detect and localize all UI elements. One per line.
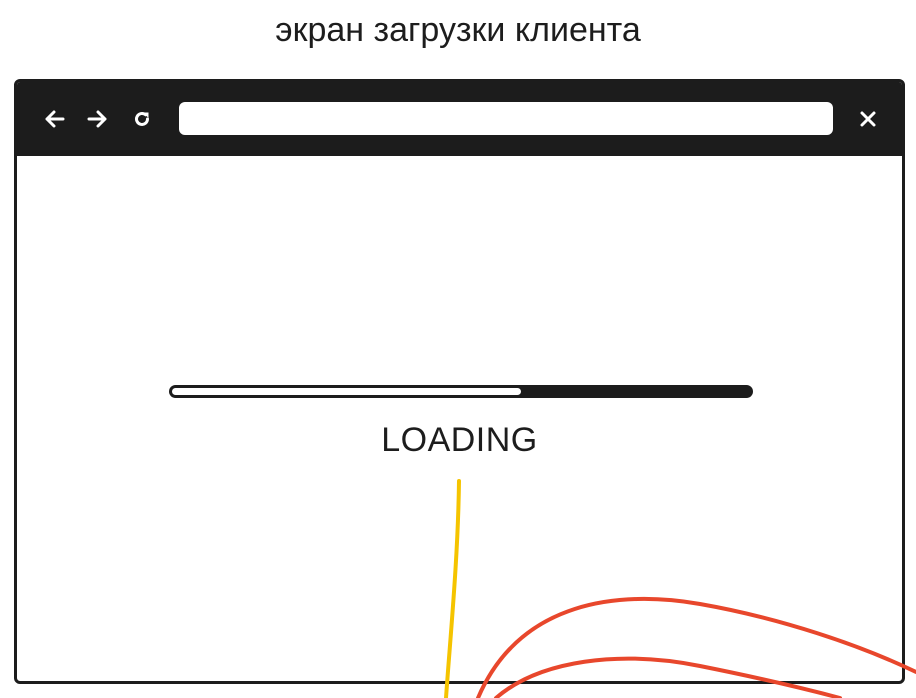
diagram: экран загрузки клиента LOADING [0, 0, 916, 698]
arrow-right-icon [87, 110, 107, 128]
close-button[interactable] [853, 104, 883, 134]
back-button[interactable] [39, 104, 69, 134]
browser-toolbar [17, 82, 902, 156]
arrow-left-icon [45, 110, 65, 128]
browser-window: LOADING [14, 79, 905, 684]
loading-label: LOADING [381, 421, 538, 459]
forward-button[interactable] [83, 104, 113, 134]
reload-icon [135, 111, 149, 126]
progress-fill [172, 388, 521, 395]
diagram-caption: экран загрузки клиента [275, 11, 641, 49]
address-bar[interactable] [179, 102, 833, 135]
reload-button[interactable] [127, 104, 157, 134]
progress-bar [169, 385, 753, 398]
close-icon [860, 111, 876, 127]
